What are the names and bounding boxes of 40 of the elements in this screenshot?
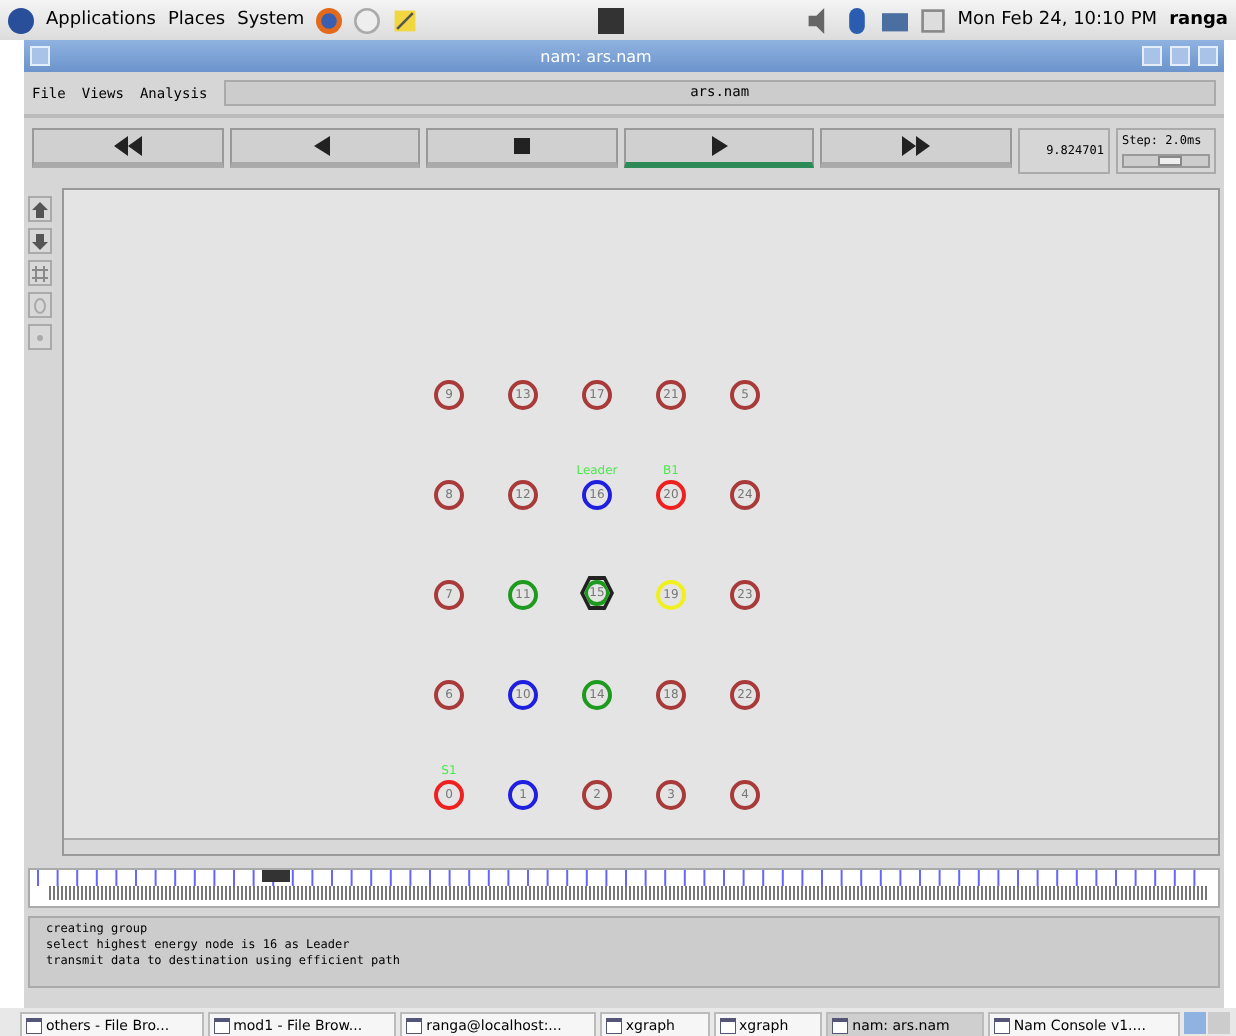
rewind-button[interactable] — [32, 128, 224, 168]
fedora-logo-icon[interactable] — [8, 7, 34, 33]
edit-button[interactable] — [28, 260, 52, 286]
zoom-out-button[interactable] — [28, 228, 52, 254]
up-arrow-icon — [32, 201, 48, 217]
grid-icon — [32, 265, 48, 281]
timeline-handle[interactable] — [262, 870, 290, 882]
step-slider[interactable] — [1121, 154, 1210, 168]
play-button[interactable] — [623, 128, 815, 168]
window-icon — [719, 1018, 735, 1034]
forward-icon — [902, 136, 931, 156]
panel-menu[interactable]: Applications — [46, 10, 156, 30]
rewind-icon — [113, 136, 142, 156]
window-icon — [605, 1018, 622, 1034]
slider-thumb[interactable] — [1158, 156, 1183, 166]
window-icon — [993, 1018, 1010, 1034]
back-button[interactable] — [229, 128, 421, 168]
node-tool-button[interactable] — [28, 292, 52, 318]
forward-button[interactable] — [820, 128, 1012, 168]
user-name[interactable]: ranga — [1169, 10, 1228, 30]
terminal-icon[interactable] — [598, 7, 625, 33]
dot-icon — [36, 333, 44, 341]
notes-icon[interactable] — [392, 7, 419, 33]
browser-icon[interactable] — [316, 7, 343, 33]
panel-menu[interactable]: Places — [167, 10, 226, 30]
zoom-in-button[interactable] — [28, 196, 52, 222]
stop-button[interactable] — [426, 128, 618, 168]
oval-icon — [34, 297, 46, 313]
window-icon — [26, 1018, 42, 1034]
update-icon[interactable] — [919, 7, 946, 33]
bluetooth-icon[interactable] — [843, 7, 870, 33]
window-icon — [213, 1018, 230, 1034]
network-icon[interactable] — [881, 7, 908, 33]
window-icon — [406, 1018, 423, 1034]
window-title: nam: ars.nam — [538, 47, 654, 65]
workspace-switcher[interactable] — [1183, 1012, 1232, 1034]
down-arrow-icon — [32, 233, 48, 249]
window-icon — [832, 1018, 849, 1034]
panel-menu[interactable]: System — [237, 10, 305, 30]
clock[interactable]: Mon Feb 24, 10:10 PM — [957, 10, 1158, 30]
